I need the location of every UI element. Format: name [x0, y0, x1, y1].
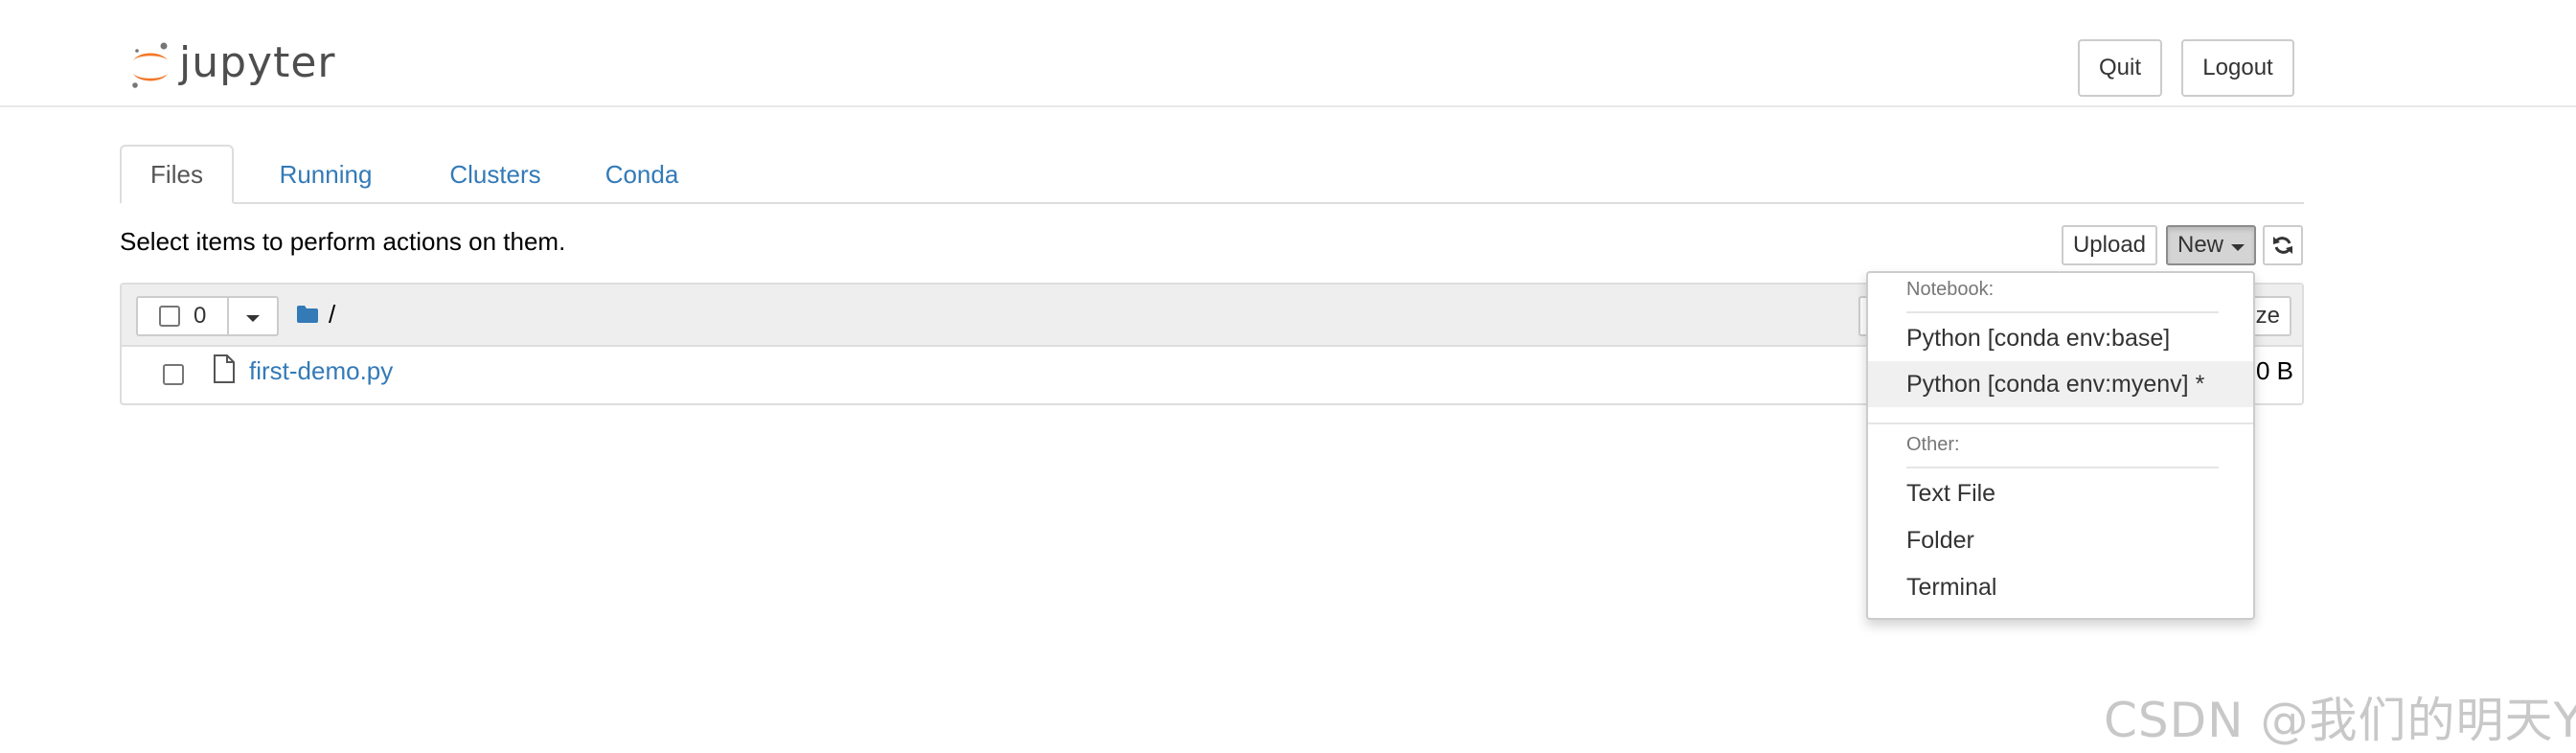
- file-icon: [214, 354, 235, 383]
- tab-running[interactable]: Running: [254, 145, 398, 204]
- new-dropdown-menu: Notebook: Python [conda env:base] Python…: [1866, 271, 2255, 620]
- jupyter-logo-icon: [127, 37, 173, 95]
- jupyter-logo[interactable]: jupyter: [127, 36, 336, 96]
- caret-down-icon: [2231, 243, 2245, 251]
- breadcrumb-path[interactable]: /: [329, 300, 335, 330]
- menu-item-python-myenv[interactable]: Python [conda env:myenv] *: [1868, 361, 2253, 407]
- menu-item-folder[interactable]: Folder: [1868, 517, 2253, 563]
- file-name-link[interactable]: first-demo.py: [249, 356, 393, 386]
- breadcrumb: /: [296, 298, 335, 331]
- new-dropdown-button[interactable]: New: [2166, 225, 2256, 265]
- menu-item-text-file[interactable]: Text File: [1868, 470, 2253, 516]
- folder-icon[interactable]: [296, 298, 319, 331]
- tab-files[interactable]: Files: [120, 145, 234, 204]
- tab-bar: Files Running Clusters Conda: [120, 145, 2304, 204]
- tab-clusters[interactable]: Clusters: [419, 145, 572, 204]
- tab-conda[interactable]: Conda: [580, 145, 704, 204]
- menu-item-terminal[interactable]: Terminal: [1868, 564, 2253, 610]
- other-header-divider: [1906, 467, 2219, 468]
- file-checkbox[interactable]: [163, 364, 184, 385]
- header: jupyter Quit Logout: [0, 0, 2576, 107]
- refresh-icon: [2273, 237, 2292, 254]
- other-section-header: Other:: [1906, 434, 1960, 455]
- select-hint-text: Select items to perform actions on them.: [120, 227, 566, 256]
- notebook-section-header: Notebook:: [1906, 279, 1995, 300]
- select-all-checkbox[interactable]: [159, 306, 180, 327]
- chevron-down-icon: [246, 314, 260, 322]
- watermark-text: CSDN @我们的明天Y: [2104, 693, 2576, 748]
- file-size: 0 B: [2255, 356, 2293, 385]
- upload-button[interactable]: Upload: [2062, 225, 2157, 265]
- quit-button[interactable]: Quit: [2078, 39, 2162, 97]
- notebook-header-divider: [1906, 311, 2219, 313]
- new-button-label: New: [2177, 232, 2223, 258]
- logo-text: jupyter: [179, 38, 336, 87]
- selected-count: 0: [194, 303, 207, 329]
- logout-button[interactable]: Logout: [2181, 39, 2294, 97]
- select-all-group: 0: [136, 296, 279, 336]
- select-all-checkbox-button[interactable]: 0: [136, 296, 229, 336]
- select-menu-button[interactable]: [229, 296, 279, 336]
- menu-divider: [1868, 422, 2253, 424]
- menu-item-python-base[interactable]: Python [conda env:base]: [1868, 315, 2253, 361]
- refresh-button[interactable]: [2263, 225, 2303, 265]
